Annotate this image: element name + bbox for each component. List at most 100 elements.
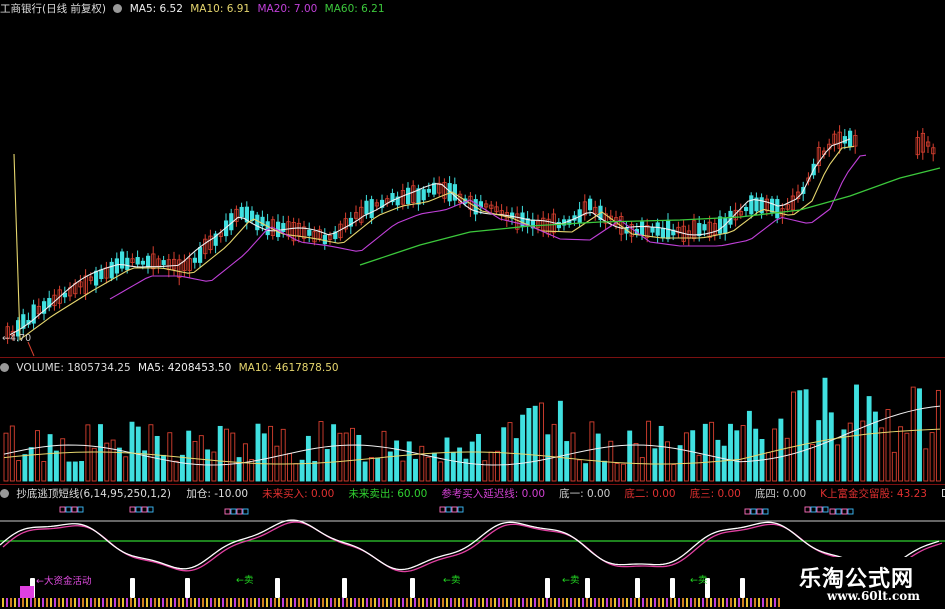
bottom-tick xyxy=(658,598,660,607)
bottom-tick xyxy=(326,598,328,607)
volume-bar xyxy=(293,463,299,482)
bottom-tick xyxy=(66,598,68,607)
bottom-tick xyxy=(390,598,392,607)
volume-bar xyxy=(627,430,633,482)
bottom-tick xyxy=(570,598,572,607)
bottom-tick xyxy=(650,598,652,607)
candle-body xyxy=(322,234,328,245)
volume-bar xyxy=(85,424,91,482)
bottom-tick xyxy=(54,598,56,607)
volume-bar xyxy=(570,432,576,482)
bottom-tick xyxy=(154,598,156,607)
signal-box xyxy=(750,508,757,515)
signal-box xyxy=(65,506,72,513)
volume-bar xyxy=(186,430,192,482)
candle-body xyxy=(239,206,244,218)
signal-box xyxy=(756,508,763,515)
bottom-tick xyxy=(110,598,112,607)
signal-box xyxy=(847,508,854,515)
volume-bar xyxy=(198,435,204,482)
volume-bar xyxy=(72,461,78,482)
volume-bar xyxy=(652,448,658,482)
bottom-tick xyxy=(538,598,540,607)
bottom-signal-pillar xyxy=(130,578,135,598)
bottom-tick xyxy=(234,598,236,607)
bottom-tick xyxy=(758,598,760,607)
bottom-tick xyxy=(514,598,516,607)
bottom-tick xyxy=(266,598,268,607)
bottom-tick xyxy=(638,598,640,607)
signal-box xyxy=(835,508,842,515)
signal-box xyxy=(822,506,829,513)
bottom-signal-pillar xyxy=(275,578,280,598)
volume-bar xyxy=(494,450,500,482)
bottom-tick xyxy=(102,598,104,607)
fund-marker xyxy=(20,586,34,598)
signal-box xyxy=(59,506,66,513)
bottom-tick xyxy=(6,598,8,607)
volume-bar xyxy=(47,434,53,482)
candle-body xyxy=(125,257,130,271)
candle-body xyxy=(307,229,312,236)
volume-bar xyxy=(658,425,664,482)
bottom-tick xyxy=(114,598,116,607)
bottom-tick xyxy=(298,598,300,607)
bottom-tick xyxy=(626,598,628,607)
candle-body xyxy=(369,199,374,219)
bottom-tick xyxy=(378,598,380,607)
bottom-tick xyxy=(614,598,616,607)
bottom-tick xyxy=(550,598,552,607)
volume-bar xyxy=(595,433,601,482)
bottom-tick xyxy=(746,598,748,607)
signal-box xyxy=(236,508,243,515)
volume-bar xyxy=(898,426,904,482)
bottom-tick xyxy=(186,598,188,607)
bottom-tick xyxy=(174,598,176,607)
volume-bar xyxy=(312,460,318,482)
signal-box xyxy=(230,508,237,515)
volume-bar xyxy=(375,457,381,482)
bottom-tick xyxy=(450,598,452,607)
bottom-tick xyxy=(178,598,180,607)
price-low-marker: ←4.70 xyxy=(2,333,32,344)
candle-body xyxy=(114,258,119,274)
volume-bar xyxy=(746,410,752,482)
volume-bar xyxy=(891,451,897,482)
bottom-tick xyxy=(218,598,220,607)
bottom-tick xyxy=(190,598,192,607)
volume-bar xyxy=(526,408,532,482)
bottom-tick xyxy=(498,598,500,607)
bottom-tick xyxy=(330,598,332,607)
bottom-tick xyxy=(770,598,772,607)
bottom-tick xyxy=(74,598,76,607)
bottom-tick xyxy=(414,598,416,607)
bottom-tick xyxy=(530,598,532,607)
bottom-tick xyxy=(670,598,672,607)
bottom-tick xyxy=(138,598,140,607)
volume-bar xyxy=(381,430,387,482)
chart-canvas[interactable] xyxy=(0,0,945,609)
bottom-tick xyxy=(246,598,248,607)
volume-bar xyxy=(457,447,463,482)
bottom-tick xyxy=(62,598,64,607)
volume-bar xyxy=(123,456,129,482)
bottom-tick xyxy=(162,598,164,607)
volume-bar xyxy=(671,464,677,482)
signal-box xyxy=(242,508,249,515)
volume-bar xyxy=(507,422,513,482)
candle-body xyxy=(197,247,203,263)
bottom-tick xyxy=(342,598,344,607)
volume-bar xyxy=(835,444,841,482)
candle-body xyxy=(145,255,151,268)
fund-activity-note: ←大资金活动 xyxy=(36,576,92,587)
candle-body xyxy=(749,195,754,215)
bottom-tick xyxy=(202,598,204,607)
bottom-tick xyxy=(590,598,592,607)
bottom-tick xyxy=(310,598,312,607)
bottom-tick xyxy=(150,598,152,607)
bottom-tick xyxy=(606,598,608,607)
bottom-signal-pillar xyxy=(185,578,190,598)
volume-bar xyxy=(476,433,481,482)
candle-body xyxy=(655,222,660,236)
bottom-tick xyxy=(322,598,324,607)
